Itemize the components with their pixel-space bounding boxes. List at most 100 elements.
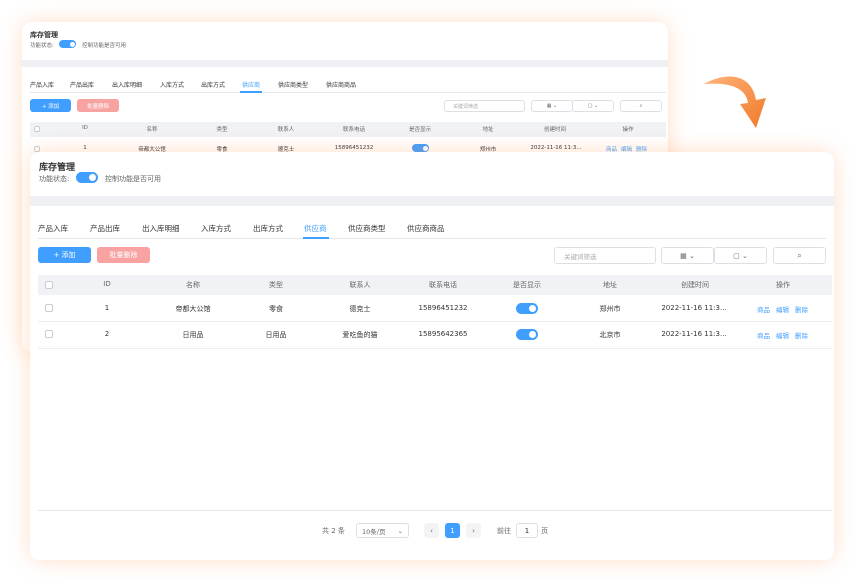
row-name: 帝都大公馆 [175, 305, 211, 313]
col-type: 类型 [216, 127, 228, 133]
status-switch[interactable] [76, 172, 98, 183]
add-button[interactable]: + 添加 [38, 247, 91, 263]
row-phone: 15896451232 [334, 145, 374, 151]
col-phone: 联系电话 [429, 281, 457, 289]
edit-link[interactable]: 编辑 [776, 304, 789, 314]
delete-link[interactable]: 删除 [795, 304, 808, 314]
page-title: 库存管理 [30, 31, 58, 39]
goto-page-input[interactable]: 1 [516, 523, 538, 538]
goods-link[interactable]: 商品 [757, 330, 770, 340]
search-input[interactable]: 关键词筛选 [554, 247, 656, 264]
tab-product-in[interactable]: 产品入库 [38, 223, 90, 234]
col-id: ID [82, 125, 88, 131]
col-address: 地址 [482, 127, 494, 133]
row-created: 2022-11-16 11:3... [530, 145, 582, 151]
prev-page-button[interactable]: ‹ [424, 523, 439, 538]
tab-product-out[interactable]: 产品出库 [70, 80, 112, 89]
page-size-value: 10条/页 [362, 527, 386, 536]
row-type: 日用品 [265, 331, 287, 339]
row-id: 1 [83, 145, 87, 151]
status-description: 控制功能是否可用 [82, 43, 127, 49]
tab-underline [38, 238, 826, 239]
row-type: 零食 [269, 305, 283, 313]
col-contact: 联系人 [277, 127, 295, 133]
batch-delete-label: 批量删除 [86, 103, 109, 110]
row-actions: 商品 编辑 删除 [757, 304, 808, 314]
tab-supplier-type[interactable]: 供应商类型 [348, 223, 407, 234]
status-switch[interactable] [59, 40, 76, 48]
col-name: 名称 [146, 127, 158, 133]
tab-active-indicator [240, 91, 262, 93]
table-footer-line [38, 510, 832, 511]
tab-in-out-detail[interactable]: 出入库明细 [142, 223, 201, 234]
row-id: 1 [104, 304, 110, 312]
search-button[interactable]: ⌕ [620, 100, 662, 112]
page-number-current[interactable]: 1 [445, 523, 460, 538]
row-checkbox[interactable] [45, 304, 53, 312]
tab-product-out[interactable]: 产品出库 [90, 223, 142, 234]
row-created: 2022-11-16 11:3... [661, 304, 727, 312]
tab-product-in[interactable]: 产品入库 [30, 80, 70, 89]
tab-in-method[interactable]: 入库方式 [160, 80, 201, 89]
tab-in-out-detail[interactable]: 出入库明细 [112, 80, 160, 89]
row-actions: 商品 编辑 删除 [757, 330, 808, 340]
pagination-total: 共 2 条 [322, 527, 345, 535]
goto-label: 前往 [497, 527, 511, 535]
visible-switch[interactable] [516, 329, 538, 340]
tab-supplier-type[interactable]: 供应商类型 [278, 80, 326, 89]
goods-link[interactable]: 商品 [757, 304, 770, 314]
visible-switch[interactable] [412, 144, 429, 152]
tab-out-method[interactable]: 出库方式 [253, 223, 304, 234]
tab-active-indicator [303, 237, 329, 239]
col-created: 创建时间 [543, 127, 566, 133]
export-menu-button[interactable]: ▢ ⌄ [714, 247, 767, 264]
tab-out-method[interactable]: 出库方式 [201, 80, 242, 89]
page-size-select[interactable]: 10条/页 ⌄ [356, 523, 409, 538]
col-type: 类型 [269, 281, 283, 289]
status-label: 功能状态: [39, 175, 70, 183]
status-label: 功能状态: [30, 43, 54, 49]
row-address: 郑州市 [599, 305, 621, 313]
tab-supplier[interactable]: 供应商 [304, 223, 348, 234]
select-all-checkbox[interactable] [34, 126, 40, 132]
row-contact: 德克士 [349, 305, 371, 313]
tab-bar: 产品入库 产品出库 出入库明细 入库方式 出库方式 供应商 供应商类型 供应商商… [30, 80, 374, 89]
chevron-down-icon: ⌄ [397, 526, 403, 535]
col-visible: 是否显示 [513, 281, 541, 289]
column-menu-button[interactable]: ▦ ⌄ [531, 100, 573, 112]
col-created: 创建时间 [681, 281, 709, 289]
search-button[interactable]: ⌕ [773, 247, 826, 264]
tab-bar: 产品入库 产品出库 出入库明细 入库方式 出库方式 供应商 供应商类型 供应商商… [38, 223, 466, 234]
export-menu-button[interactable]: ▢ ⌄ [572, 100, 614, 112]
edit-link[interactable]: 编辑 [776, 330, 789, 340]
tab-supplier-goods[interactable]: 供应商商品 [407, 223, 466, 234]
tab-in-method[interactable]: 入库方式 [201, 223, 253, 234]
col-contact: 联系人 [349, 281, 371, 289]
batch-delete-button[interactable]: 批量删除 [97, 247, 150, 263]
row-address: 北京市 [599, 331, 621, 339]
col-id: ID [103, 280, 111, 288]
visible-switch[interactable] [516, 303, 538, 314]
col-phone: 联系电话 [342, 127, 365, 133]
delete-link[interactable]: 删除 [795, 330, 808, 340]
tab-supplier[interactable]: 供应商 [242, 80, 278, 89]
column-menu-button[interactable]: ▦ ⌄ [661, 247, 714, 264]
next-page-button[interactable]: › [466, 523, 481, 538]
curved-arrow-icon [704, 76, 766, 128]
main-screenshot-card: 库存管理 功能状态: 控制功能是否可用 产品入库 产品出库 出入库明细 入库方式… [30, 152, 834, 560]
row-checkbox[interactable] [45, 330, 53, 338]
status-description: 控制功能是否可用 [105, 175, 161, 183]
row-phone: 15895642365 [418, 330, 468, 338]
page-suffix: 页 [541, 527, 548, 535]
row-created: 2022-11-16 11:3... [661, 330, 727, 338]
select-all-checkbox[interactable] [45, 281, 53, 289]
col-actions: 操作 [622, 127, 634, 133]
row-contact: 爱吃鱼的猫 [342, 331, 378, 339]
col-actions: 操作 [776, 281, 790, 289]
batch-delete-button[interactable]: 批量删除 [77, 99, 119, 112]
search-input[interactable]: 关键词筛选 [444, 100, 525, 112]
section-divider [22, 60, 668, 67]
batch-delete-label: 批量删除 [109, 251, 138, 259]
tab-supplier-goods[interactable]: 供应商商品 [326, 80, 374, 89]
add-button[interactable]: + 添加 [30, 99, 71, 112]
